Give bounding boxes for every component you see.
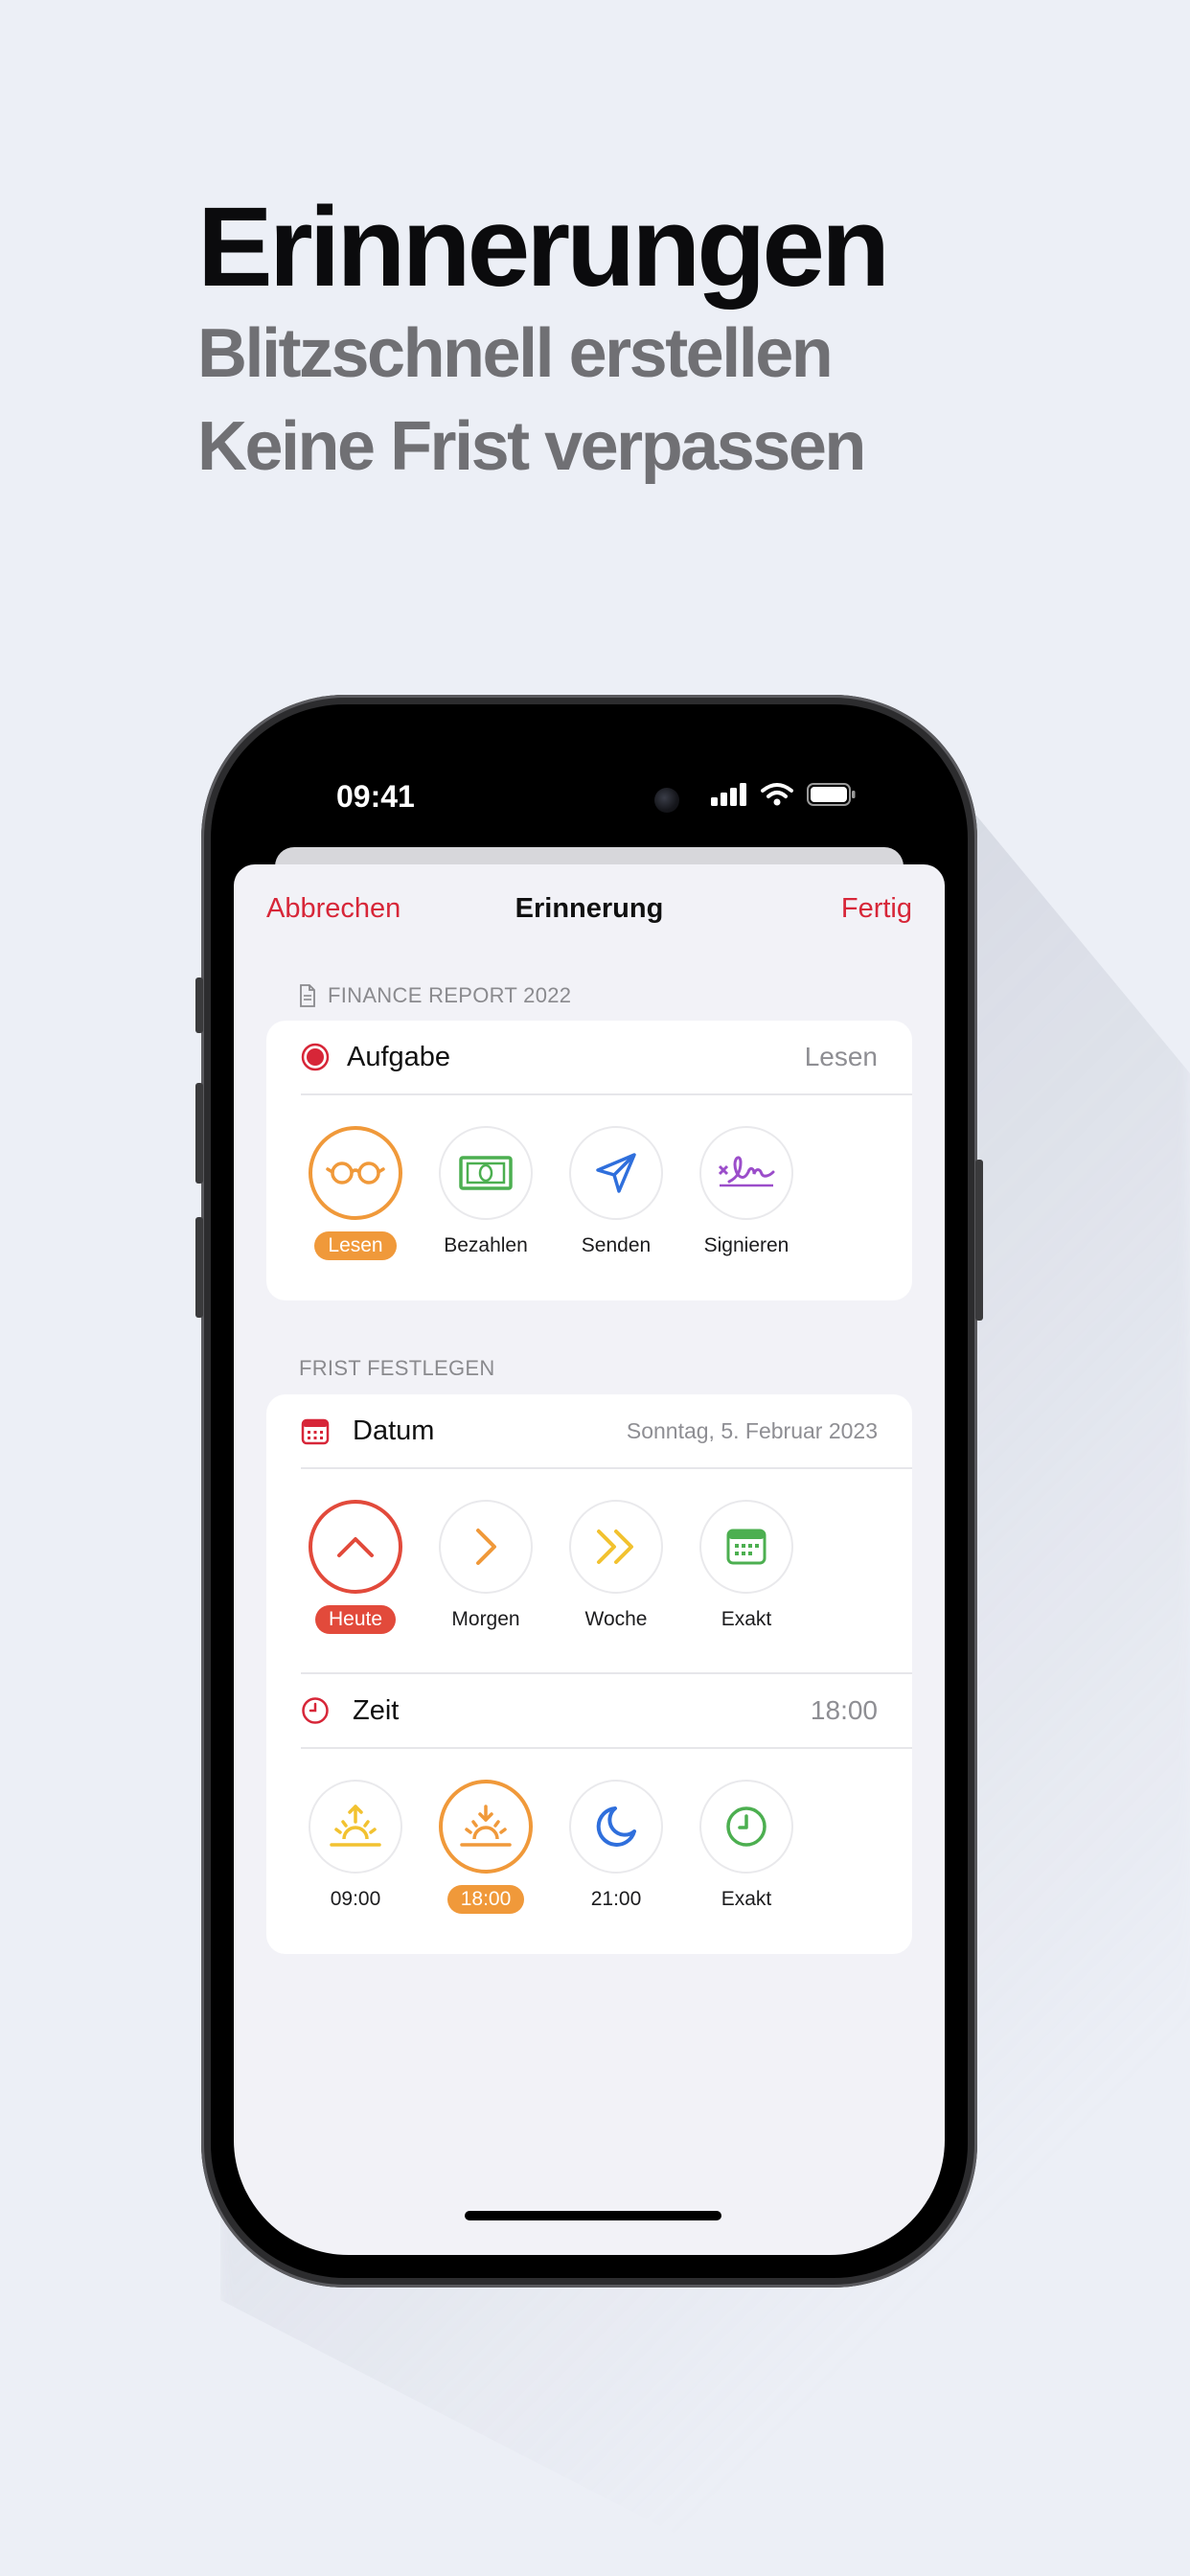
time-option-circle (439, 1780, 533, 1874)
time-option-0900[interactable]: 09:00 (305, 1780, 406, 1914)
time-option-label: 09:00 (330, 1888, 381, 1910)
time-row-label: Zeit (353, 1694, 400, 1726)
sunset-icon (460, 1805, 512, 1847)
date-row-label: Datum (353, 1414, 435, 1446)
status-time: 09:41 (336, 779, 415, 814)
phone-frame: 09:41 Abbrechen Erinnerung Fertig FINANC… (195, 695, 983, 2288)
glasses-icon (326, 1162, 385, 1184)
time-option-circle (699, 1780, 793, 1874)
date-option-label: Morgen (451, 1608, 520, 1630)
date-options: Heute Morgen Woche Exakt (305, 1500, 797, 1634)
reminder-sheet: Abbrechen Erinnerung Fertig FINANCE REPO… (234, 864, 945, 2255)
date-option-label: Exakt (721, 1608, 772, 1630)
document-icon (300, 984, 315, 1007)
task-option-circle (699, 1126, 793, 1220)
date-option-circle (439, 1500, 533, 1594)
task-row[interactable]: Aufgabe Lesen (301, 1021, 878, 1093)
date-option-heute[interactable]: Heute (305, 1500, 406, 1634)
calendar-icon (726, 1529, 767, 1565)
date-option-woche[interactable]: Woche (565, 1500, 667, 1634)
task-option-circle (309, 1126, 402, 1220)
task-card: Aufgabe Lesen Lesen Bezahlen Senden Sign… (266, 1021, 912, 1300)
task-option-lesen[interactable]: Lesen (305, 1126, 406, 1260)
clock-small-icon (302, 1697, 329, 1724)
task-option-senden[interactable]: Senden (565, 1126, 667, 1260)
phone-screen: 09:41 Abbrechen Erinnerung Fertig FINANC… (234, 727, 945, 2255)
status-icons (711, 782, 857, 807)
date-option-circle (699, 1500, 793, 1594)
cellular-signal-icon (711, 783, 746, 806)
record-dot-icon (301, 1043, 330, 1071)
chevron-up-icon (337, 1537, 374, 1557)
done-button[interactable]: Fertig (841, 893, 912, 925)
signature-icon (718, 1156, 775, 1187)
sunrise-icon (330, 1805, 381, 1847)
task-option-signieren[interactable]: Signieren (696, 1126, 797, 1260)
time-row-value: 18:00 (810, 1695, 878, 1725)
send-icon (596, 1153, 636, 1193)
date-row-value: Sonntag, 5. Februar 2023 (626, 1417, 878, 1443)
action-button (195, 978, 203, 1033)
task-option-label: Lesen (314, 1231, 397, 1260)
clock-icon (726, 1806, 767, 1847)
divider (301, 1093, 912, 1095)
wifi-icon (761, 783, 793, 806)
task-option-label: Senden (581, 1234, 652, 1256)
time-option-label: Exakt (721, 1888, 772, 1910)
power-button (975, 1160, 983, 1321)
volume-down-button (195, 1217, 203, 1318)
time-option-label: 18:00 (446, 1885, 525, 1914)
divider (301, 1467, 912, 1469)
time-option-label: 21:00 (590, 1888, 642, 1910)
date-option-label: Heute (314, 1605, 397, 1634)
hero-title: Erinnerungen (197, 184, 890, 310)
double-chevron-right-icon (597, 1530, 633, 1564)
task-option-bezahlen[interactable]: Bezahlen (435, 1126, 537, 1260)
task-row-label: Aufgabe (347, 1041, 451, 1072)
task-options: Lesen Bezahlen Senden Signieren (305, 1126, 797, 1260)
time-option-2100[interactable]: 21:00 (565, 1780, 667, 1914)
deadline-card: Datum Sonntag, 5. Februar 2023 Heute Mor… (266, 1394, 912, 1954)
time-option-exakt[interactable]: Exakt (696, 1780, 797, 1914)
deadline-section-header: FRIST FESTLEGEN (299, 1356, 495, 1381)
date-option-circle (569, 1500, 663, 1594)
volume-up-button (195, 1083, 203, 1184)
time-options: 09:00 18:00 21:00 Exakt (305, 1780, 797, 1914)
time-option-circle (569, 1780, 663, 1874)
battery-icon (807, 783, 856, 806)
hero-subtitle-line2: Keine Frist verpassen (197, 408, 866, 485)
chevron-right-icon (476, 1529, 496, 1565)
date-option-label: Woche (584, 1608, 648, 1630)
camera-dot (654, 788, 679, 813)
task-row-value: Lesen (804, 1042, 878, 1071)
date-option-exakt[interactable]: Exakt (696, 1500, 797, 1634)
task-section-header: FINANCE REPORT 2022 (299, 983, 571, 1008)
time-row[interactable]: Zeit 18:00 (301, 1674, 878, 1747)
calendar-small-icon (301, 1418, 330, 1445)
date-row[interactable]: Datum Sonntag, 5. Februar 2023 (301, 1394, 878, 1467)
date-option-circle (309, 1500, 402, 1594)
date-option-morgen[interactable]: Morgen (435, 1500, 537, 1634)
task-option-label: Signieren (703, 1234, 790, 1256)
divider (301, 1747, 912, 1749)
hero-subtitle-line1: Blitzschnell erstellen (197, 315, 834, 392)
task-section-title: FINANCE REPORT 2022 (328, 983, 572, 1007)
time-option-1800[interactable]: 18:00 (435, 1780, 537, 1914)
time-option-circle (309, 1780, 402, 1874)
home-indicator[interactable] (465, 2211, 721, 2220)
task-option-label: Bezahlen (444, 1234, 528, 1256)
task-option-circle (569, 1126, 663, 1220)
task-option-circle (439, 1126, 533, 1220)
moon-icon (596, 1806, 636, 1847)
sheet-title: Erinnerung (515, 893, 664, 924)
deadline-section-title: FRIST FESTLEGEN (299, 1356, 495, 1380)
banknote-icon (459, 1156, 513, 1190)
